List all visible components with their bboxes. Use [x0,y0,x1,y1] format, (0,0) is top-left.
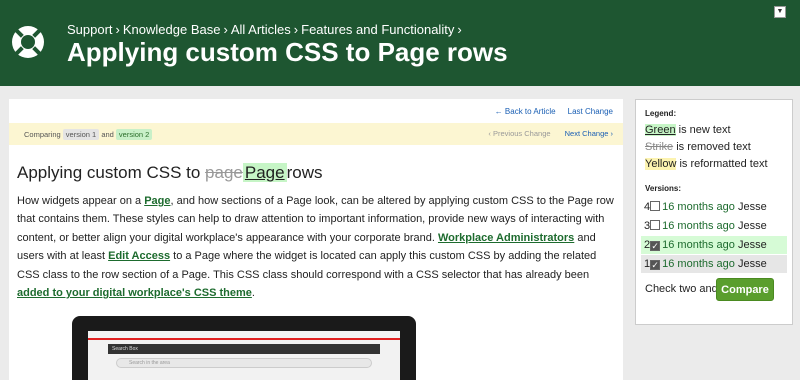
page-link[interactable]: Page [144,195,170,207]
back-to-article-link[interactable]: ← Back to Article [495,107,556,116]
breadcrumb-all-articles[interactable]: All Articles [231,22,291,37]
breadcrumb-features[interactable]: Features and Functionality [301,22,454,37]
compare-button[interactable]: Compare [716,278,774,301]
article-nav: ← Back to Article Last Change [483,107,613,116]
version-row-2[interactable]: 2✓ 16 months ago Jesse [641,236,787,254]
new-version-badge: version 2 [115,129,153,140]
lifebuoy-icon[interactable] [10,24,46,60]
compare-bar: Comparing version 1 and version 2 ‹ Prev… [9,123,623,145]
article-panel: ← Back to Article Last Change Comparing v… [9,99,623,380]
comparing-label: Comparing [24,130,61,139]
legend-yellow: Yellow is reformatted text [645,158,768,170]
search-box-illustration: Search in the area [116,358,372,368]
article-title: Applying custom CSS to page Page rows [17,163,323,182]
version-row-1[interactable]: 1✓ 16 months ago Jesse [641,255,787,273]
page-header: Support › Knowledge Base › All Articles › Feat… [0,0,800,86]
css-theme-link[interactable]: added to your digital workplace's CSS th… [17,287,252,299]
legend-strike: Strike is removed text [645,141,751,153]
legend-green: Green is new text [645,124,731,136]
workplace-administrators-link[interactable]: Workplace Administrators [438,232,574,244]
removed-text: page [205,163,243,182]
previous-change-link[interactable]: ‹ Previous Change [488,129,550,138]
version-checkbox[interactable] [650,201,661,211]
breadcrumb-knowledge-base[interactable]: Knowledge Base [123,22,221,37]
last-change-link[interactable]: Last Change [568,107,613,116]
legend-panel: Legend: Green is new text Strike is remo… [635,99,793,325]
old-version-badge: version 1 [62,129,100,140]
legend-heading: Legend: [645,109,677,118]
and-label: and [101,130,114,139]
app-bar: Search Box [108,344,380,354]
version-checkbox[interactable] [650,220,661,230]
breadcrumb: Support › Knowledge Base › All Articles › Feat… [67,22,462,37]
next-change-link[interactable]: Next Change › [565,129,613,138]
edit-access-link[interactable]: Edit Access [108,250,170,262]
laptop-illustration: Search Box Search in the area [72,316,416,380]
breadcrumb-support[interactable]: Support [67,22,113,37]
check-two-label: Check two and [645,283,718,295]
laptop-screen: Search Box Search in the area [88,331,400,380]
version-checkbox-checked[interactable]: ✓ [650,241,661,251]
added-text: Page [242,163,287,182]
version-row-4[interactable]: 4 16 months ago Jesse [641,198,787,216]
versions-heading: Versions: [645,184,682,193]
page-title: Applying custom CSS to Page rows [67,37,508,67]
version-checkbox-checked[interactable]: ✓ [650,260,661,270]
version-row-3[interactable]: 3 16 months ago Jesse [641,217,787,235]
article-body: How widgets appear on a Page, and how se… [17,195,614,300]
dropdown-toggle-icon[interactable]: ▼ [774,6,786,18]
